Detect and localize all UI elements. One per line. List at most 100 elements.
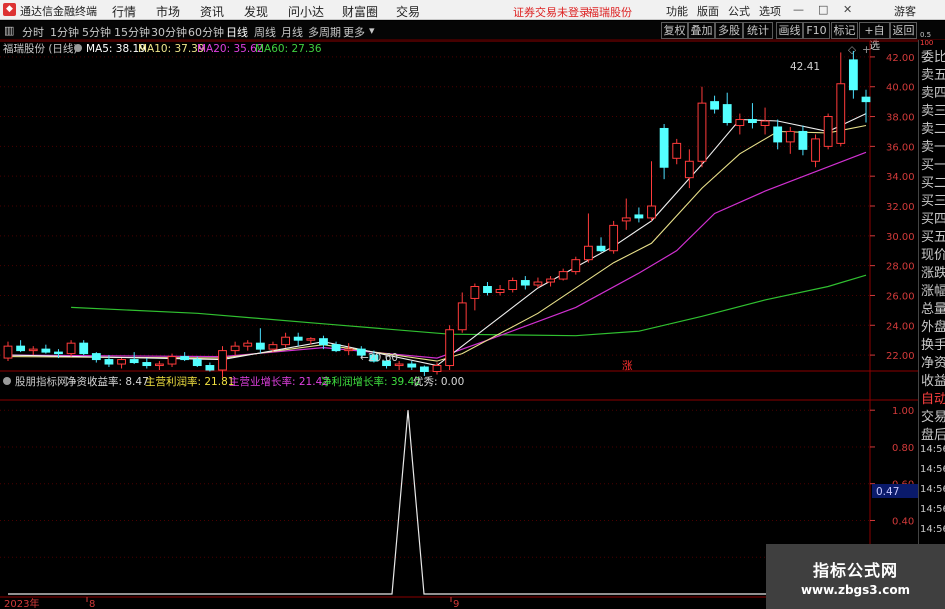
- indicator-roe: 净资收益率: 8.47: [66, 375, 149, 388]
- candle[interactable]: [167, 353, 177, 368]
- side-item[interactable]: 买四: [921, 208, 945, 227]
- candle[interactable]: [344, 343, 354, 356]
- indicator-current-value: 0.47: [876, 486, 899, 498]
- candle[interactable]: [28, 346, 38, 356]
- candle[interactable]: [634, 207, 644, 223]
- candle[interactable]: [66, 340, 76, 357]
- side-item[interactable]: 换手: [921, 334, 945, 353]
- price-tick-label: 40.00: [886, 83, 915, 94]
- candle[interactable]: [218, 346, 227, 378]
- candle[interactable]: [293, 332, 303, 347]
- watermark-url: www.zbgs3.com: [800, 583, 911, 597]
- side-item[interactable]: 收益: [921, 370, 945, 389]
- candle[interactable]: [508, 277, 518, 293]
- candle[interactable]: [243, 340, 253, 351]
- side-item[interactable]: 买五: [921, 226, 945, 245]
- side-item[interactable]: 卖五: [921, 64, 945, 83]
- candle[interactable]: [520, 276, 530, 290]
- indicator-profit-growth: 净利润增长率: 39.42: [321, 375, 421, 388]
- candle[interactable]: [445, 325, 455, 370]
- candle[interactable]: [558, 268, 568, 281]
- candle[interactable]: [609, 220, 619, 254]
- chart-canvas[interactable]: 福瑞股份 (日线) MA5: 38.19 MA10: 37.39 MA20: 3…: [0, 0, 945, 609]
- candle[interactable]: [760, 107, 770, 135]
- candle[interactable]: [407, 361, 417, 370]
- price-tick-label: 30.00: [886, 232, 915, 243]
- candle[interactable]: [798, 125, 808, 156]
- candle[interactable]: [470, 283, 480, 311]
- side-item[interactable]: 买二: [921, 172, 945, 191]
- side-item[interactable]: 外盘: [921, 316, 945, 335]
- candle[interactable]: [319, 335, 328, 350]
- candle[interactable]: [735, 113, 745, 135]
- candle[interactable]: [571, 256, 581, 275]
- side-top-value-a: 0.5: [920, 31, 932, 39]
- candle[interactable]: [659, 124, 669, 180]
- ma20-label: MA20: 35.62: [197, 43, 264, 55]
- price-y-labels: 42.00 40.00 38.00 36.00 34.00 32.00 30.00 28.00…: [886, 53, 915, 362]
- side-item[interactable]: 现价: [921, 244, 945, 263]
- candle[interactable]: [811, 134, 820, 168]
- side-after-hours[interactable]: 盘后: [921, 424, 945, 443]
- side-item[interactable]: 委比: [921, 46, 945, 65]
- candle[interactable]: [483, 282, 492, 296]
- candle[interactable]: [91, 352, 101, 363]
- side-item[interactable]: 买一: [921, 154, 945, 173]
- candle[interactable]: [281, 332, 290, 348]
- candle[interactable]: [773, 119, 783, 150]
- candle[interactable]: [823, 113, 833, 150]
- indicator-grid: [0, 409, 875, 558]
- candle[interactable]: [546, 276, 555, 287]
- candle[interactable]: [672, 138, 682, 165]
- candle[interactable]: [495, 285, 505, 296]
- candle[interactable]: [16, 340, 26, 353]
- candle[interactable]: [584, 213, 593, 263]
- side-item[interactable]: 净资: [921, 352, 945, 371]
- candle[interactable]: [621, 198, 631, 230]
- side-item[interactable]: 涨幅: [921, 280, 945, 299]
- side-item[interactable]: 卖一: [921, 136, 945, 155]
- side-auto[interactable]: 自动: [921, 388, 945, 407]
- candle[interactable]: [117, 358, 126, 369]
- candle[interactable]: [3, 341, 13, 362]
- side-item[interactable]: 总量: [921, 298, 945, 317]
- candle[interactable]: [41, 344, 51, 354]
- side-trade[interactable]: 交易: [921, 406, 945, 425]
- settings-dot-icon[interactable]: [74, 44, 82, 52]
- zoom-plus-icon[interactable]: +: [862, 44, 871, 56]
- candle[interactable]: [647, 161, 656, 221]
- candle[interactable]: [255, 328, 265, 354]
- candle[interactable]: [722, 92, 732, 126]
- side-item[interactable]: 涨跌: [921, 262, 945, 281]
- candle[interactable]: [142, 358, 152, 369]
- ma5-label: MA5: 38.19: [86, 43, 146, 55]
- candle[interactable]: [785, 126, 795, 154]
- price-tick-label: 26.00: [886, 291, 915, 302]
- candle[interactable]: [180, 352, 190, 362]
- price-tick-label: 38.00: [886, 113, 915, 124]
- candle[interactable]: [419, 365, 429, 376]
- candle[interactable]: [697, 86, 707, 168]
- side-item[interactable]: 买三: [921, 190, 945, 209]
- candle[interactable]: [79, 340, 89, 356]
- xaxis-month-aug: 8: [89, 599, 95, 609]
- xaxis-year: 2023年: [4, 597, 39, 609]
- indicator-settings-dot-icon[interactable]: [3, 377, 11, 385]
- candle[interactable]: [155, 361, 164, 370]
- candle[interactable]: [230, 341, 240, 356]
- candle[interactable]: [457, 292, 467, 333]
- candle[interactable]: [710, 95, 719, 114]
- candle[interactable]: [748, 103, 757, 129]
- candle[interactable]: [596, 237, 606, 253]
- price-tick-label: 24.00: [886, 321, 915, 332]
- side-item[interactable]: 卖二: [921, 118, 945, 137]
- candle[interactable]: [836, 52, 846, 147]
- side-item[interactable]: 卖四: [921, 82, 945, 101]
- side-item[interactable]: 卖三: [921, 100, 945, 119]
- diamond-icon[interactable]: ◇: [848, 44, 857, 56]
- candle[interactable]: [432, 362, 442, 375]
- candle[interactable]: [848, 50, 858, 99]
- candle[interactable]: [861, 89, 871, 123]
- candlestick-series: [3, 50, 871, 378]
- candle[interactable]: [205, 362, 215, 372]
